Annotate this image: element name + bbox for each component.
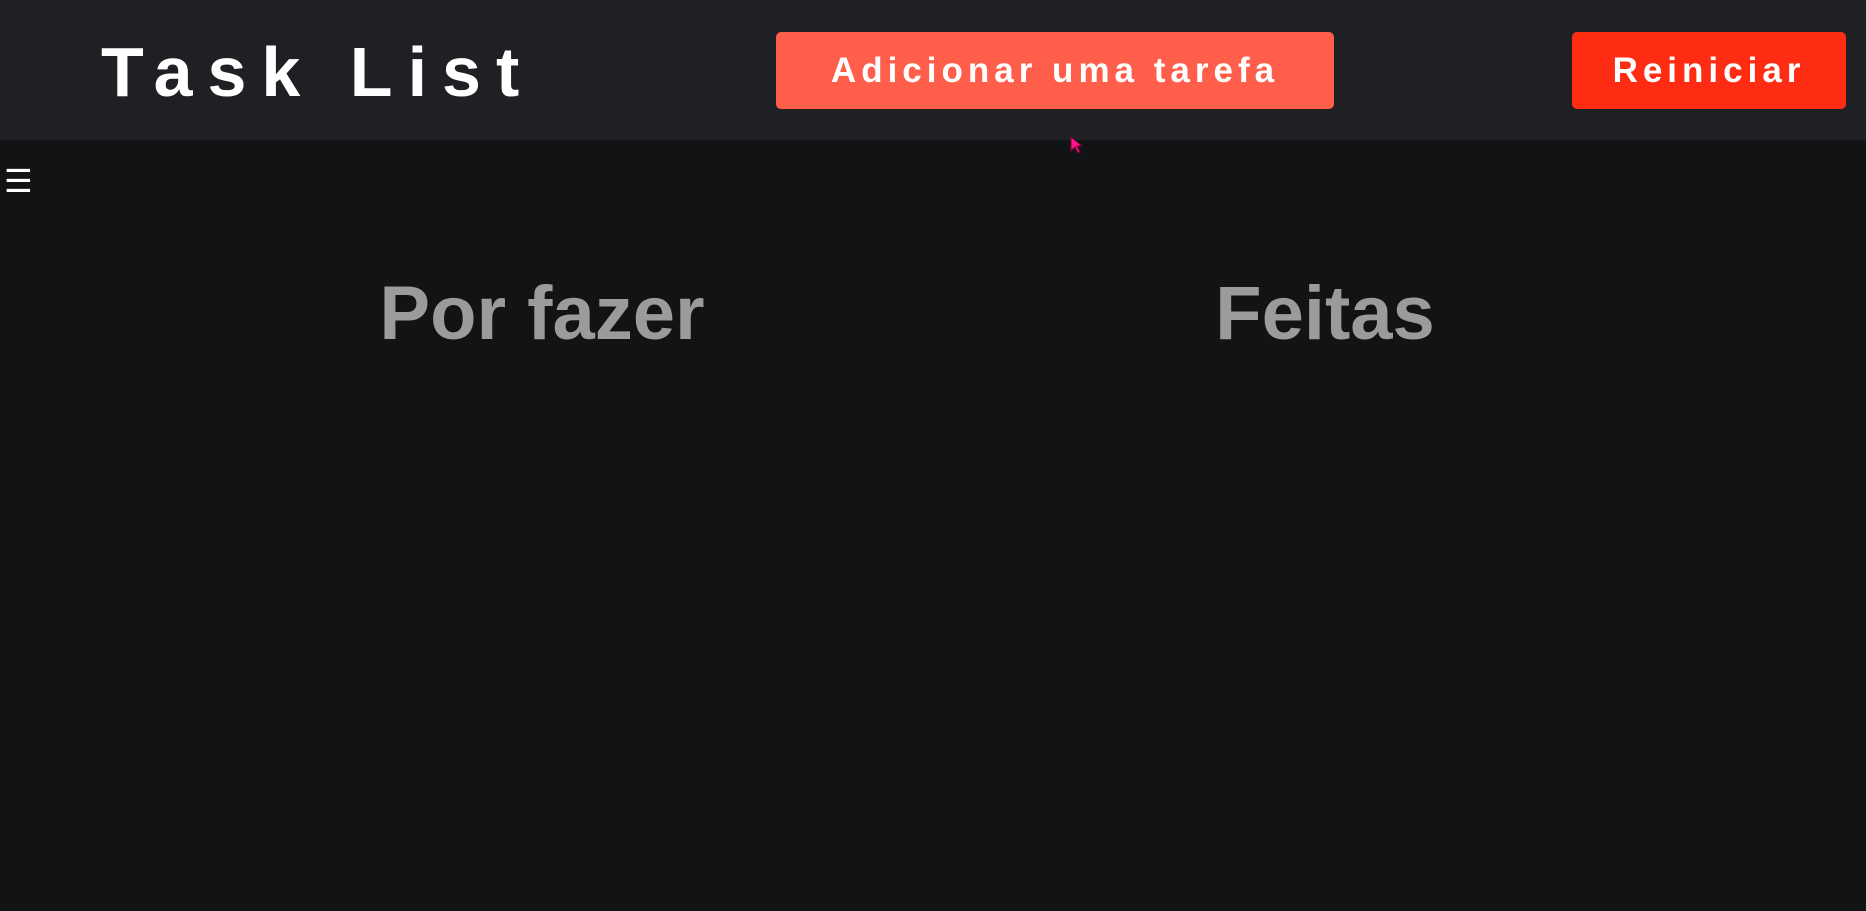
app-header: Task List Adicionar uma tarefa Reiniciar — [0, 0, 1866, 140]
todo-column-title: Por fazer — [379, 271, 705, 356]
done-column-title: Feitas — [1215, 271, 1435, 356]
add-task-button[interactable]: Adicionar uma tarefa — [776, 32, 1334, 109]
mouse-pointer-icon — [1070, 136, 1084, 154]
app-title: Task List — [101, 33, 535, 111]
mouse-pointer-shape — [1070, 136, 1084, 154]
hamburger-menu-icon[interactable]: ☰ — [4, 164, 33, 198]
reset-button[interactable]: Reiniciar — [1572, 32, 1846, 109]
task-list-app: Task List Adicionar uma tarefa Reiniciar… — [0, 0, 1866, 911]
